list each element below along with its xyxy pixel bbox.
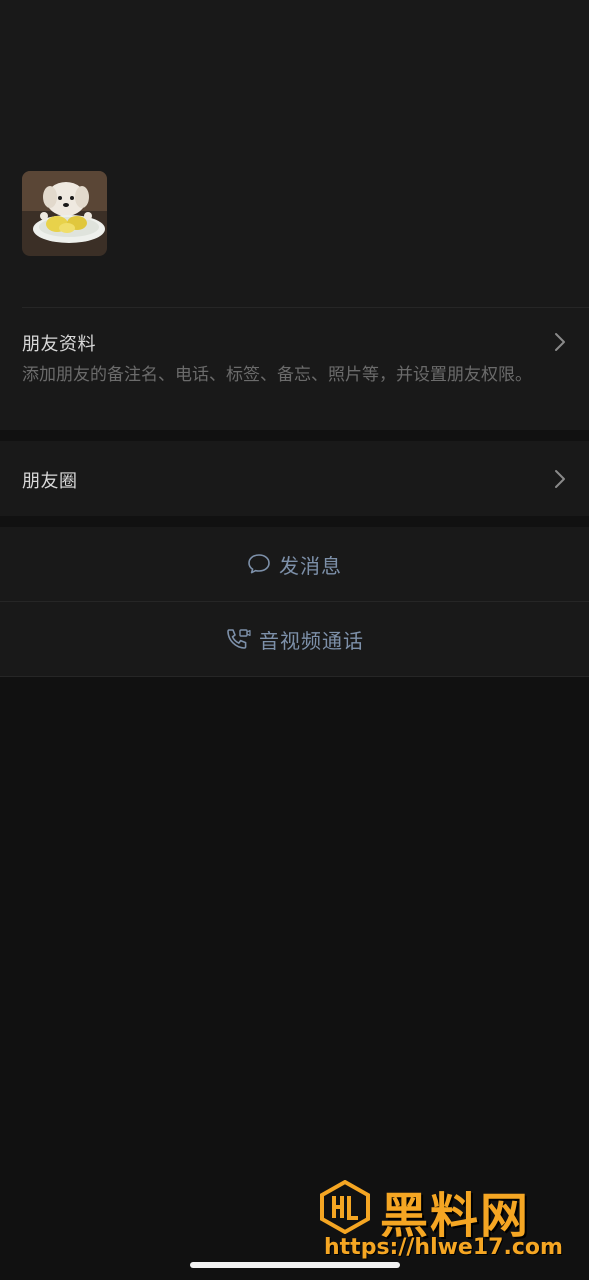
dog-avatar-photo (22, 171, 107, 256)
section-divider (22, 307, 589, 308)
watermark-url: https://hlwe17.com (324, 1235, 563, 1260)
phone-video-icon (225, 627, 251, 651)
moments-row[interactable]: 朋友圈 (0, 441, 589, 516)
contact-profile-page: 朋友资料 添加朋友的备注名、电话、标签、备忘、照片等，并设置朋友权限。 朋友圈 … (0, 0, 589, 1280)
video-call-button[interactable]: 音视频通话 (0, 602, 589, 676)
send-message-button[interactable]: 发消息 (0, 527, 589, 601)
send-message-label: 发消息 (279, 553, 342, 578)
action-divider (0, 676, 589, 677)
chevron-right-icon (553, 331, 567, 353)
video-call-label: 音视频通话 (259, 628, 364, 653)
friend-info-title: 朋友资料 (22, 334, 96, 355)
brand-logo-icon (320, 1180, 370, 1234)
site-watermark: 黑料网 https://hlwe17.com (318, 1180, 580, 1264)
avatar[interactable] (22, 171, 107, 256)
profile-header-card: 朋友资料 添加朋友的备注名、电话、标签、备忘、照片等，并设置朋友权限。 (0, 0, 589, 430)
chevron-right-icon (553, 468, 567, 490)
moments-title: 朋友圈 (22, 471, 78, 492)
chat-bubble-icon (247, 553, 271, 575)
home-indicator[interactable] (190, 1262, 400, 1268)
friend-info-description: 添加朋友的备注名、电话、标签、备忘、照片等，并设置朋友权限。 (22, 365, 532, 385)
